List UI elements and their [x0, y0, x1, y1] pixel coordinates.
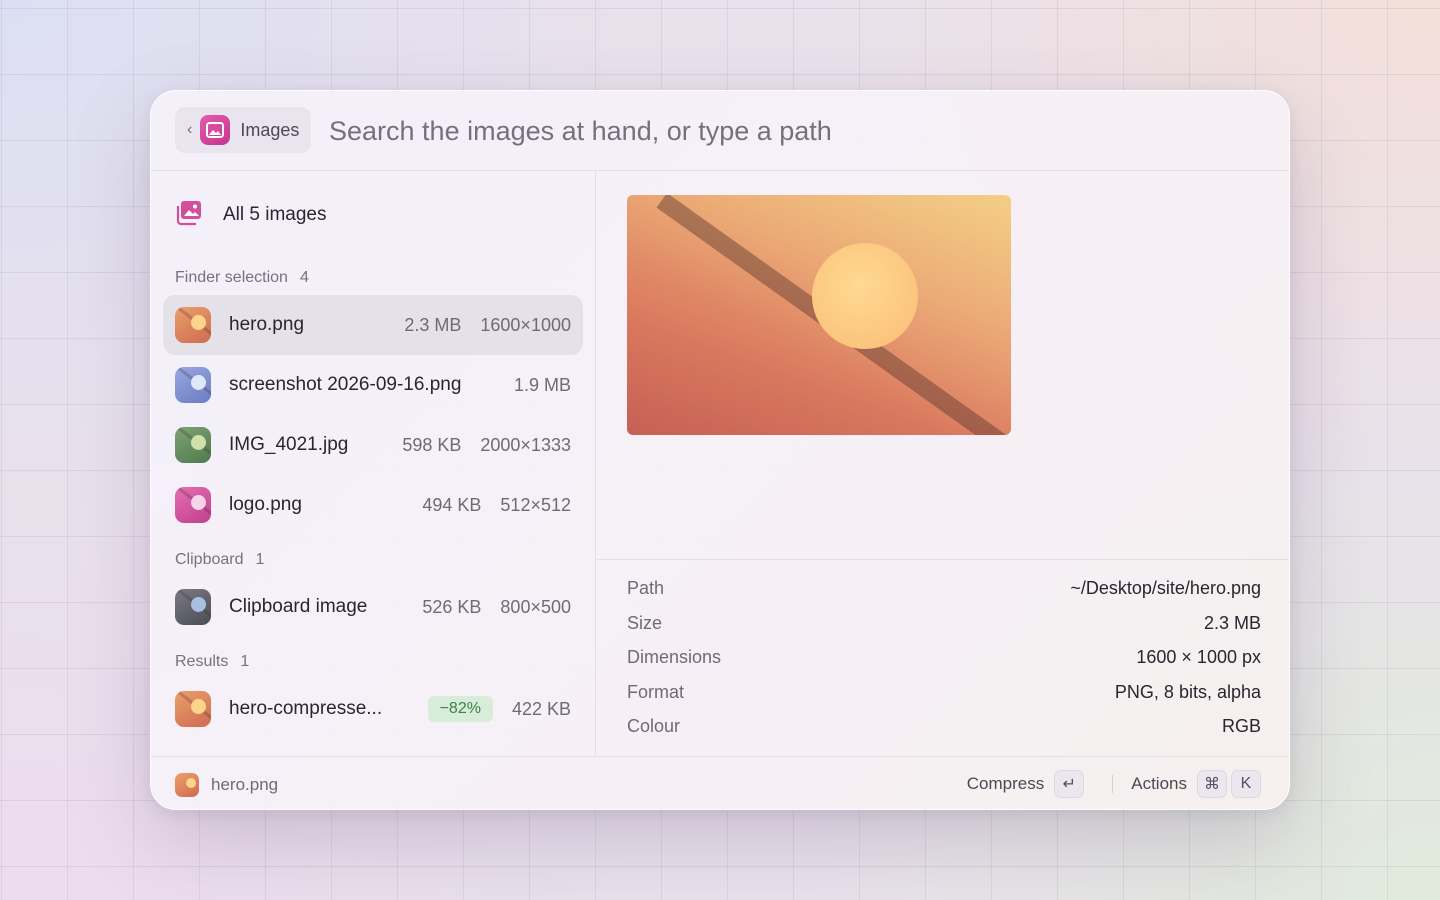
section-header-finder: Finder selection 4 — [175, 269, 309, 287]
image-stack-icon — [175, 200, 203, 231]
file-size: 1.9 MB — [513, 374, 571, 395]
compress-button[interactable]: Compress — [967, 774, 1044, 794]
command-key-icon: ⌘ — [1197, 770, 1227, 798]
metadata-row-format: Format PNG, 8 bits, alpha — [627, 682, 1261, 703]
k-key-icon: K — [1231, 770, 1261, 798]
list-item-img4021[interactable]: IMG_4021.jpg 598 KB 2000×1333 — [163, 415, 583, 475]
list-item-screenshot[interactable]: screenshot 2026-09-16.png 1.9 MB — [163, 355, 583, 415]
file-dimensions: 800×500 — [500, 596, 571, 617]
all-images-label: All 5 images — [223, 204, 327, 225]
file-name: logo.png — [229, 494, 302, 515]
scope-label: Images — [240, 119, 300, 140]
file-name: screenshot 2026-09-16.png — [229, 374, 462, 395]
section-title: Results — [175, 653, 229, 670]
metadata-key: Size — [627, 613, 663, 633]
search-input[interactable] — [329, 111, 1229, 151]
file-dimensions: 512×512 — [500, 494, 571, 515]
search-header: ‹ Images — [151, 91, 1289, 171]
images-icon — [200, 115, 231, 145]
file-name: Clipboard image — [229, 596, 368, 617]
file-name: hero-compresse... — [229, 698, 383, 719]
section-count: 4 — [299, 269, 309, 286]
file-size: 598 KB — [402, 434, 462, 455]
image-thumbnail — [175, 589, 211, 625]
section-header-clipboard: Clipboard 1 — [175, 551, 264, 569]
list-item-logo[interactable]: logo.png 494 KB 512×512 — [163, 475, 583, 535]
metadata-value: RGB — [1221, 716, 1261, 736]
file-size: 526 KB — [422, 596, 482, 617]
image-thumbnail — [175, 487, 211, 523]
current-file-icon — [175, 773, 199, 797]
list-item-clipboard-image[interactable]: Clipboard image 526 KB 800×500 — [163, 577, 583, 637]
section-header-results: Results 1 — [175, 653, 249, 671]
all-images-row[interactable]: All 5 images — [175, 197, 327, 233]
divider — [1112, 775, 1114, 793]
launcher-window: ‹ Images All 5 images — [150, 90, 1290, 810]
file-dimensions: 1600×1000 — [480, 314, 571, 335]
list-item-hero[interactable]: hero.png 2.3 MB 1600×1000 — [163, 295, 583, 355]
metadata-row-dimensions: Dimensions 1600 × 1000 px — [627, 647, 1261, 668]
current-file-name: hero.png — [211, 775, 279, 794]
detail-pane: Path ~/Desktop/site/hero.png Size 2.3 MB… — [597, 171, 1289, 756]
image-thumbnail — [175, 691, 211, 727]
metadata-key: Colour — [627, 716, 681, 736]
metadata-row-colour: Colour RGB — [627, 716, 1261, 737]
section-title: Clipboard — [175, 551, 244, 568]
metadata-value: ~/Desktop/site/hero.png — [1070, 578, 1261, 598]
metadata-row-size: Size 2.3 MB — [627, 613, 1261, 634]
image-list: All 5 images Finder selection 4 hero.png… — [151, 171, 596, 756]
list-item-hero-compressed[interactable]: hero-compresse... −82% 422 KB — [163, 679, 583, 739]
file-size: 2.3 MB — [404, 314, 462, 335]
metadata-value: 2.3 MB — [1203, 613, 1261, 633]
actions-button[interactable]: Actions — [1131, 774, 1187, 794]
savings-badge: −82% — [427, 696, 493, 722]
section-title: Finder selection — [175, 269, 288, 286]
image-thumbnail — [175, 367, 211, 403]
image-preview — [627, 195, 1011, 435]
chevron-left-icon: ‹ — [187, 121, 193, 138]
metadata-key: Format — [627, 682, 685, 702]
metadata-row-path: Path ~/Desktop/site/hero.png — [627, 578, 1261, 599]
metadata-key: Dimensions — [627, 647, 722, 667]
file-size: 494 KB — [422, 494, 482, 515]
file-dimensions: 2000×1333 — [480, 434, 571, 455]
file-name: hero.png — [229, 314, 305, 335]
section-count: 1 — [240, 653, 250, 670]
image-thumbnail — [175, 307, 211, 343]
metadata-value: PNG, 8 bits, alpha — [1114, 682, 1261, 702]
metadata-list: Path ~/Desktop/site/hero.png Size 2.3 MB… — [597, 559, 1289, 756]
file-name: IMG_4021.jpg — [229, 434, 349, 455]
metadata-key: Path — [627, 578, 665, 598]
return-key-icon: ↵ — [1054, 770, 1085, 798]
metadata-value: 1600 × 1000 px — [1136, 647, 1261, 667]
action-bar: hero.png Compress ↵ Actions ⌘ K — [151, 756, 1289, 809]
file-size: 422 KB — [511, 698, 571, 719]
section-count: 1 — [255, 551, 265, 568]
image-thumbnail — [175, 427, 211, 463]
scope-back-button[interactable]: ‹ Images — [175, 107, 311, 153]
